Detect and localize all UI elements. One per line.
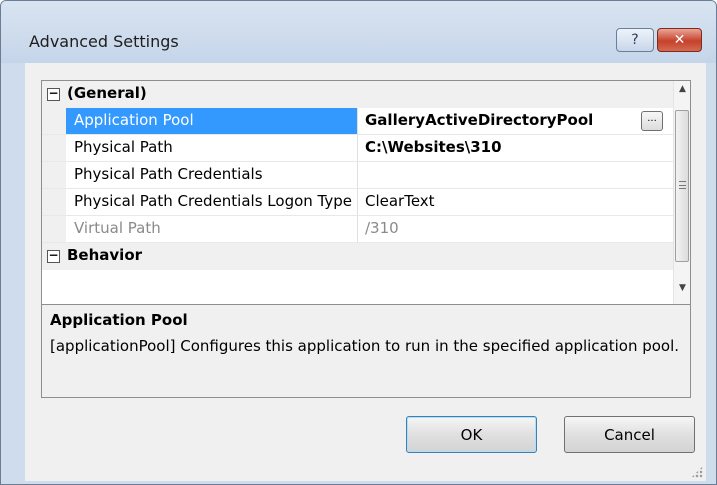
close-icon: ✕	[673, 32, 686, 48]
property-name[interactable]: Physical Path Credentials Logon Type	[66, 189, 358, 215]
cancel-button[interactable]: Cancel	[564, 416, 695, 453]
property-grid: − (General) Application Pool GalleryActi…	[41, 80, 691, 305]
grip-icon	[679, 181, 686, 189]
collapse-icon[interactable]: −	[47, 249, 60, 263]
advanced-settings-dialog: Advanced Settings ? ✕ − (General) Applic…	[0, 0, 717, 485]
row-margin	[42, 135, 66, 161]
property-value[interactable]	[359, 162, 673, 188]
window-title: Advanced Settings	[29, 32, 179, 51]
dialog-client-area: − (General) Application Pool GalleryActi…	[25, 63, 706, 481]
description-text: [applicationPool] Configures this applic…	[50, 337, 680, 355]
collapse-icon[interactable]: −	[47, 87, 60, 101]
category-general[interactable]: − (General)	[42, 81, 673, 108]
property-name[interactable]: Physical Path Credentials	[66, 162, 358, 188]
description-panel: Application Pool [applicationPool] Confi…	[41, 305, 691, 398]
category-label: (General)	[67, 84, 147, 102]
property-name[interactable]: Physical Path	[66, 135, 358, 161]
row-margin	[42, 216, 66, 242]
title-bar[interactable]: Advanced Settings ? ✕	[1, 1, 716, 63]
browse-ellipsis-button[interactable]: ...	[641, 111, 663, 131]
help-button[interactable]: ?	[616, 28, 654, 52]
resize-grip-icon[interactable]	[691, 466, 703, 478]
property-name[interactable]: Application Pool	[66, 108, 358, 134]
row-margin	[42, 162, 66, 188]
category-behavior[interactable]: − Behavior	[42, 243, 673, 270]
property-row-virtual-path[interactable]: Virtual Path /310	[42, 216, 673, 243]
property-row-logon-type[interactable]: Physical Path Credentials Logon Type Cle…	[42, 189, 673, 216]
help-icon: ?	[631, 32, 639, 48]
scroll-down-arrow-icon[interactable]: ▼	[674, 280, 691, 297]
scrollbar-thumb[interactable]	[675, 110, 689, 262]
property-row-physical-path-credentials[interactable]: Physical Path Credentials	[42, 162, 673, 189]
property-row-physical-path[interactable]: Physical Path C:\Websites\310	[42, 135, 673, 162]
property-name[interactable]: Virtual Path	[66, 216, 358, 242]
property-value[interactable]: GalleryActiveDirectoryPool	[359, 108, 673, 134]
property-value[interactable]: /310	[359, 216, 673, 242]
close-button[interactable]: ✕	[657, 28, 702, 52]
property-value[interactable]: C:\Websites\310	[359, 135, 673, 161]
property-value[interactable]: ClearText	[359, 189, 673, 215]
category-label: Behavior	[67, 246, 143, 264]
description-title: Application Pool	[50, 311, 188, 329]
vertical-scrollbar[interactable]: ▲ ▼	[673, 81, 690, 304]
row-margin	[42, 189, 66, 215]
ok-button[interactable]: OK	[406, 416, 537, 453]
scroll-up-arrow-icon[interactable]: ▲	[674, 81, 691, 98]
property-row-application-pool[interactable]: Application Pool GalleryActiveDirectoryP…	[42, 108, 673, 135]
row-margin	[42, 108, 66, 134]
